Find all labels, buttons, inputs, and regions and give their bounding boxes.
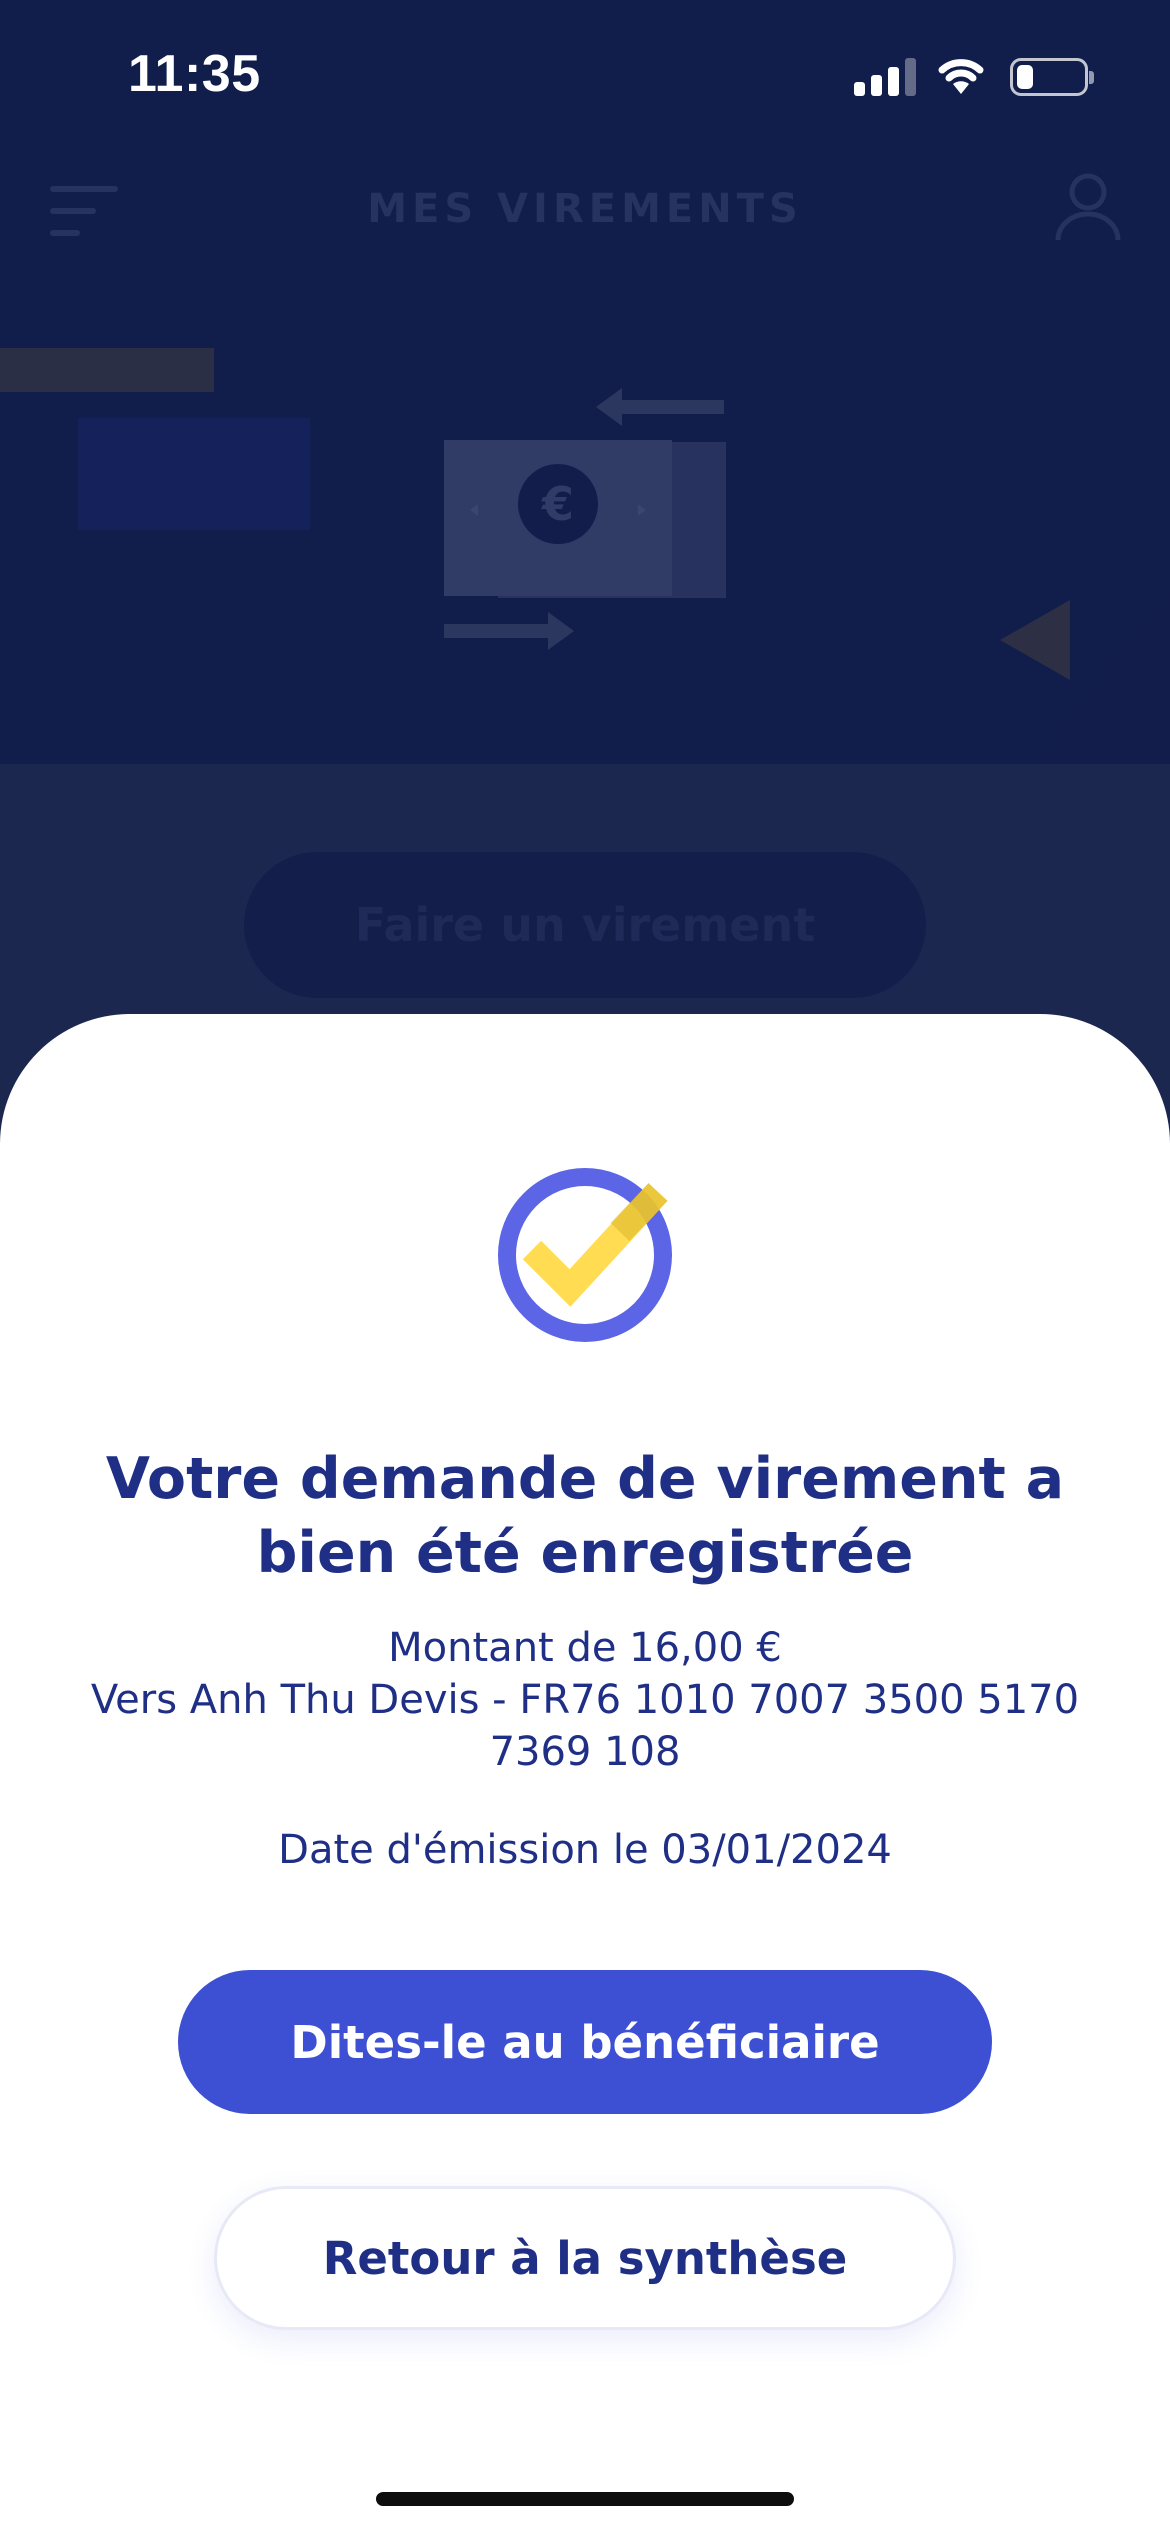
confirmation-title-line1: Votre demande de virement a — [105, 1446, 1065, 1512]
page-title: MES VIREMENTS — [367, 186, 803, 232]
confirmation-sheet: Votre demande de virement a bien été enr… — [0, 1014, 1170, 2532]
battery-level-fill — [1017, 65, 1033, 89]
amount-text: Montant de 16,00 € — [388, 1625, 782, 1671]
confirmation-title-line2: bien été enregistrée — [256, 1520, 914, 1586]
home-indicator[interactable] — [376, 2492, 794, 2506]
battery-icon — [1010, 58, 1094, 96]
recipient-text-line2: 7369 108 — [489, 1729, 681, 1775]
back-to-summary-button[interactable]: Retour à la synthèse — [214, 2186, 956, 2330]
status-bar: 11:35 — [0, 0, 1170, 150]
success-check-icon — [498, 1168, 672, 1342]
wifi-icon — [938, 59, 984, 94]
notify-beneficiary-button[interactable]: Dites-le au bénéficiaire — [178, 1970, 992, 2114]
user-profile-icon[interactable] — [1052, 170, 1124, 242]
status-time: 11:35 — [128, 45, 261, 103]
confirmation-title: Votre demande de virement a bien été enr… — [60, 1442, 1110, 1590]
euro-transfer-illustration: € — [0, 348, 1170, 760]
transfer-details: Montant de 16,00 € Vers Anh Thu Devis - … — [60, 1622, 1110, 1778]
recipient-text-line1: Vers Anh Thu Devis - FR76 1010 7007 3500… — [90, 1677, 1080, 1723]
issue-date-text: Date d'émission le 03/01/2024 — [278, 1827, 892, 1873]
svg-text:€: € — [541, 477, 574, 531]
make-transfer-button: Faire un virement — [244, 852, 926, 998]
cellular-signal-icon — [854, 56, 916, 96]
